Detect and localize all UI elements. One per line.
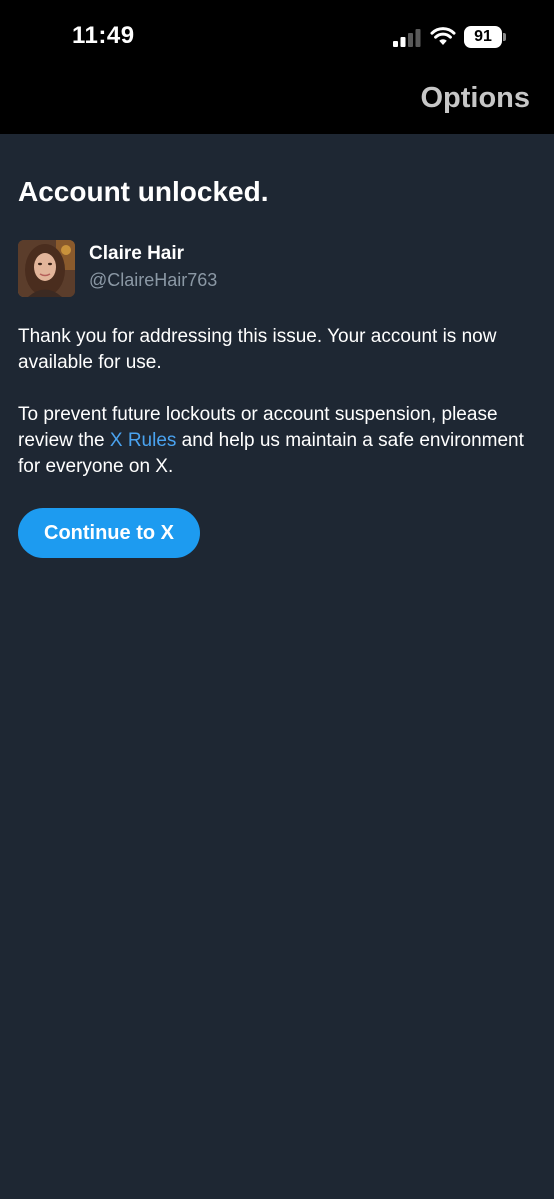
avatar <box>18 240 75 297</box>
screen: 11:49 91 Options Account unlocked. Clair… <box>0 0 554 1199</box>
avatar-photo <box>18 240 75 297</box>
main-content: Account unlocked. Claire Hair @ClaireHai… <box>18 134 536 558</box>
page-title: Account unlocked. <box>18 176 269 207</box>
x-rules-link[interactable]: X Rules <box>110 430 177 451</box>
user-card: Claire Hair @ClaireHair763 <box>18 240 536 298</box>
unlock-message: Thank you for addressing this issue. You… <box>18 326 497 373</box>
cellular-signal-icon <box>393 29 421 47</box>
top-bar: 11:49 91 Options <box>0 0 554 134</box>
rules-message: To prevent future lockouts or account su… <box>18 402 536 480</box>
battery-icon: 91 <box>464 26 506 48</box>
user-handle: @ClaireHair763 <box>89 270 218 290</box>
status-time: 11:49 <box>72 22 135 49</box>
battery-level: 91 <box>464 26 502 48</box>
wifi-icon <box>430 27 456 45</box>
options-button[interactable]: Options <box>420 82 530 115</box>
battery-cap <box>503 33 506 41</box>
continue-button[interactable]: Continue to X <box>18 508 200 558</box>
user-display-name: Claire Hair <box>89 243 185 264</box>
